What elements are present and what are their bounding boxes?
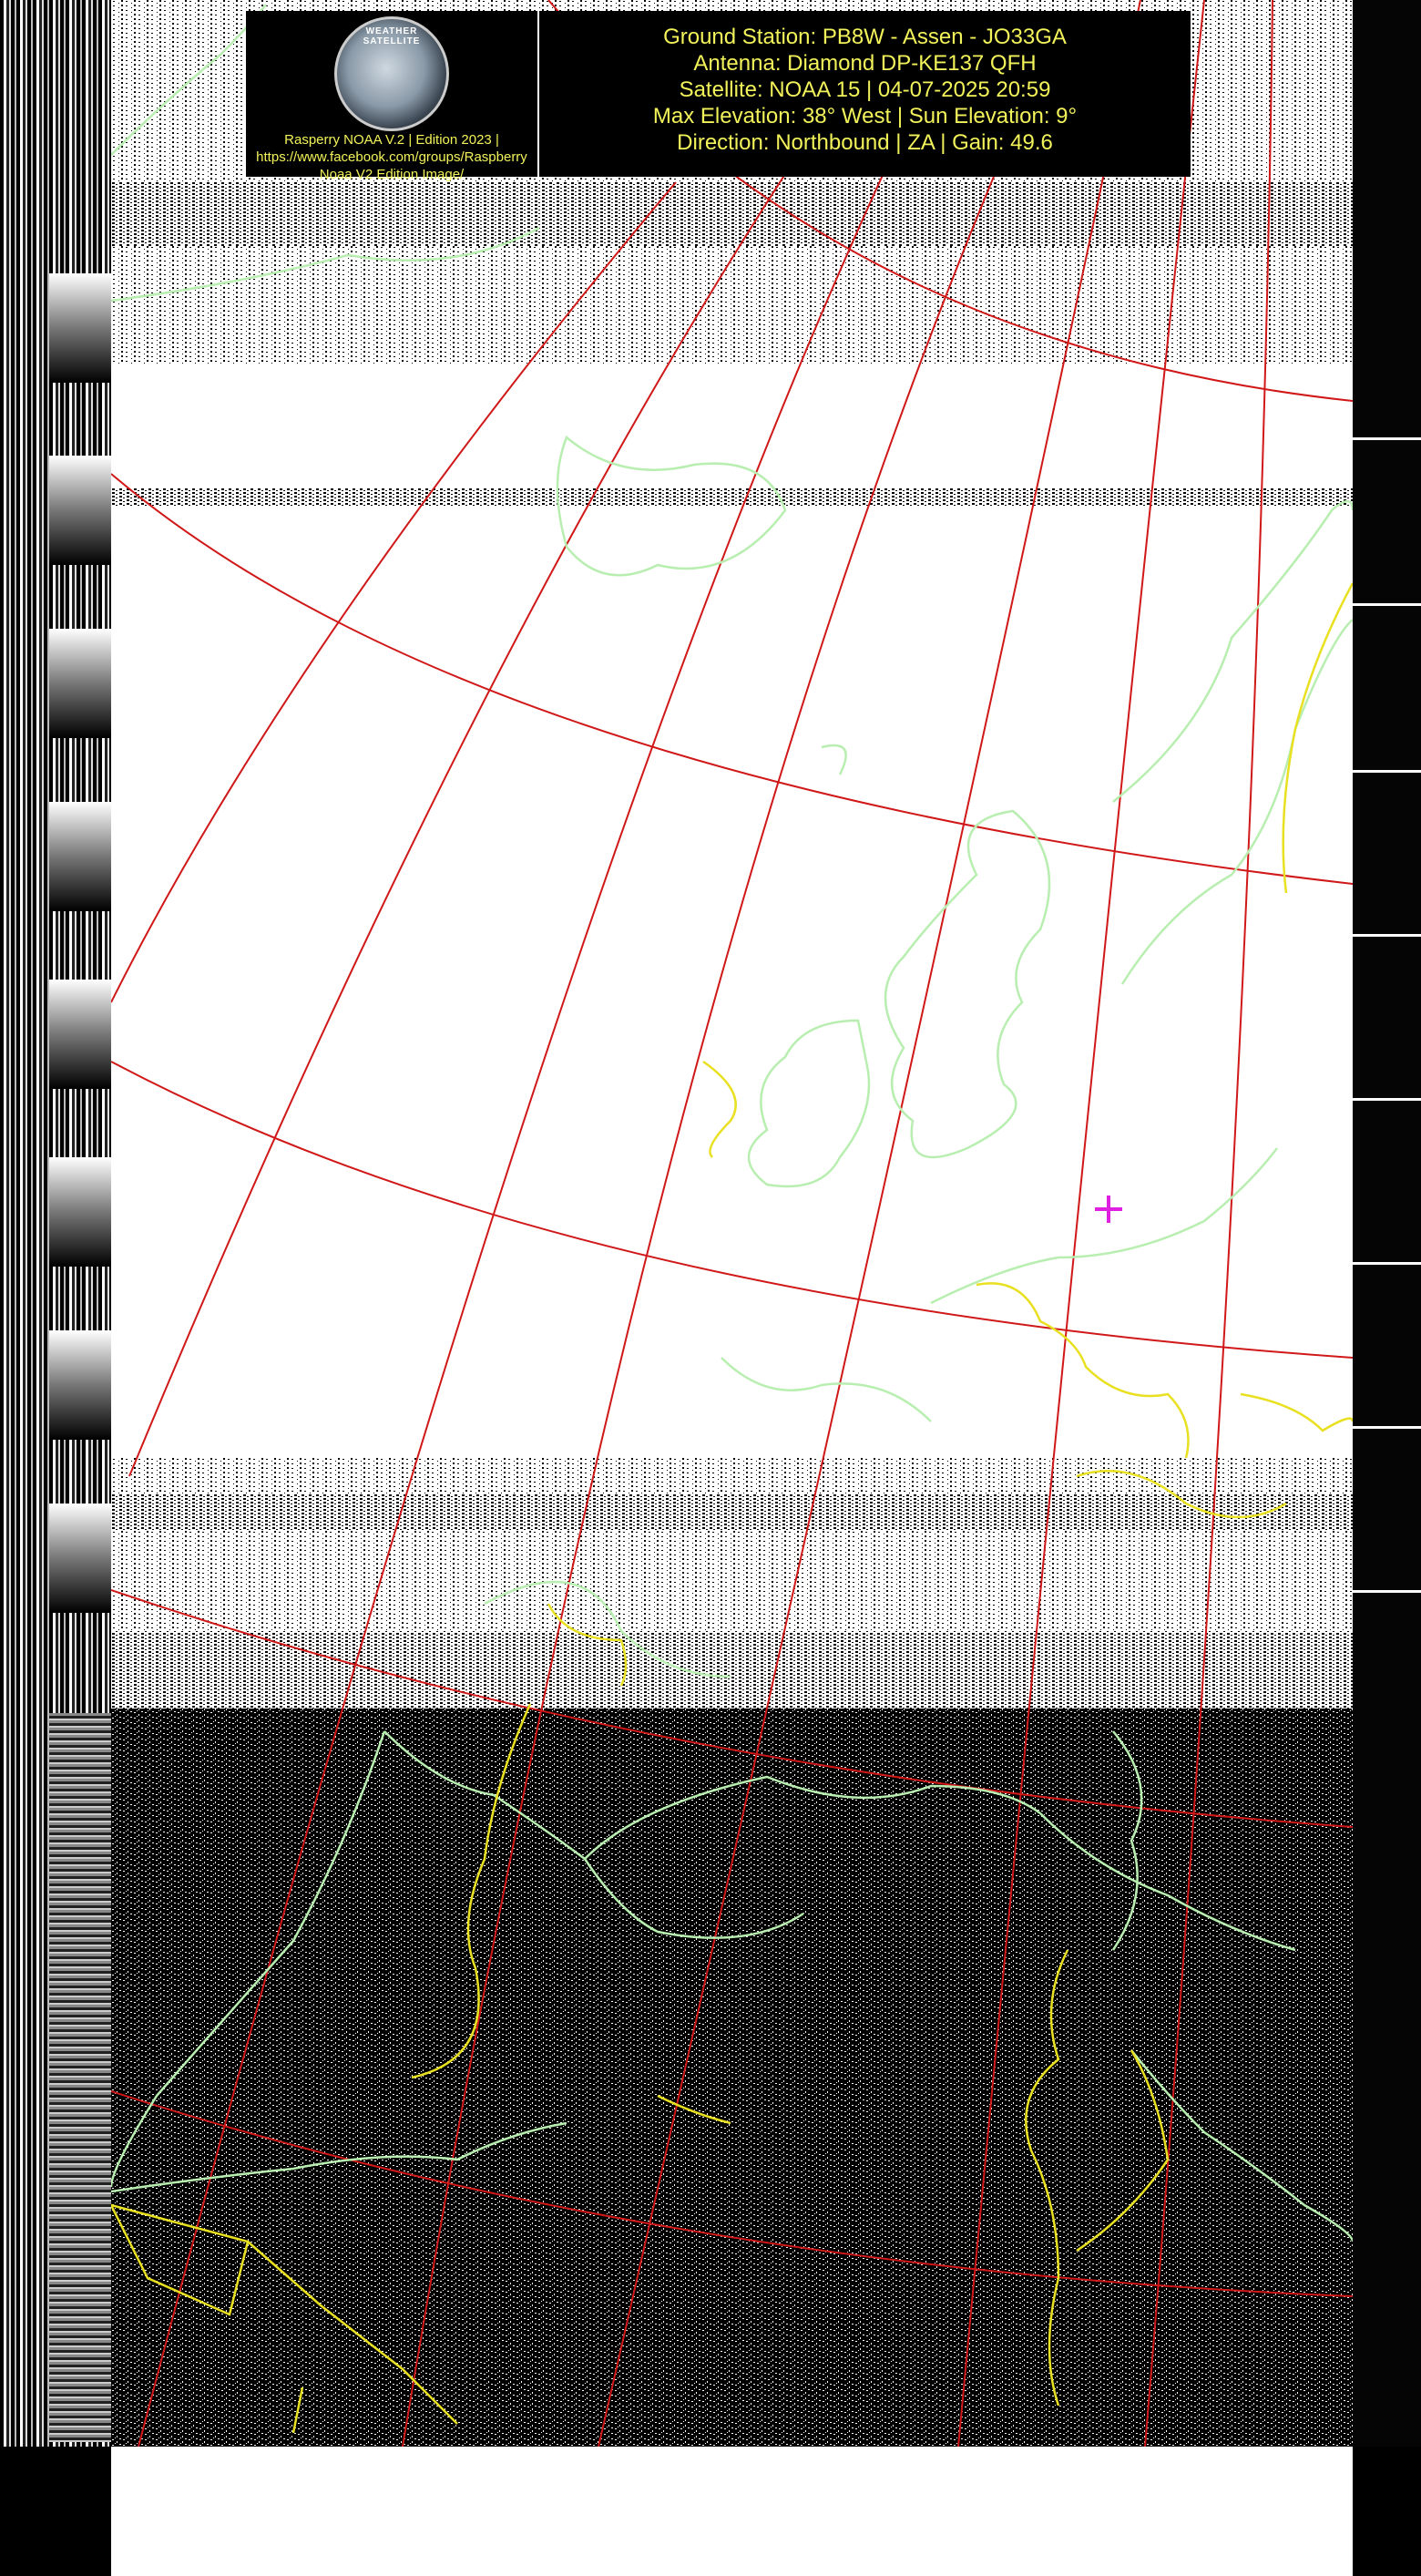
ground-station-line: Ground Station: PB8W - Assen - JO33GA [663, 25, 1067, 49]
logo-box: WEATHER SATELLITE Rasperry NOAA V.2 | Ed… [246, 11, 537, 182]
calibration-strip-left [0, 0, 111, 2447]
bottom-right-fill [1353, 2447, 1421, 2576]
satellite-line: Satellite: NOAA 15 | 04-07-2025 20:59 [679, 77, 1051, 102]
station-marker [1095, 1196, 1122, 1223]
bottom-left-fill [0, 2447, 111, 2576]
map-overlay [111, 0, 1353, 2447]
logo-credit-line2: https://www.facebook.com/groups/Raspberr… [256, 149, 527, 165]
info-box: Ground Station: PB8W - Assen - JO33GA An… [539, 11, 1191, 177]
direction-line: Direction: Northbound | ZA | Gain: 49.6 [677, 130, 1053, 155]
antenna-line: Antenna: Diamond DP-KE137 QFH [693, 51, 1037, 76]
logo-credit-line3: Noaa V2 Edition Image/ [319, 167, 465, 182]
weather-satellite-logo: WEATHER SATELLITE [334, 16, 449, 131]
satellite-image [111, 0, 1353, 2447]
logo-credit-line1: Rasperry NOAA V.2 | Edition 2023 | [284, 132, 499, 148]
bottom-blank [111, 2447, 1353, 2576]
calibration-strip-right [1353, 0, 1421, 2447]
elevation-line: Max Elevation: 38° West | Sun Elevation:… [652, 104, 1078, 128]
